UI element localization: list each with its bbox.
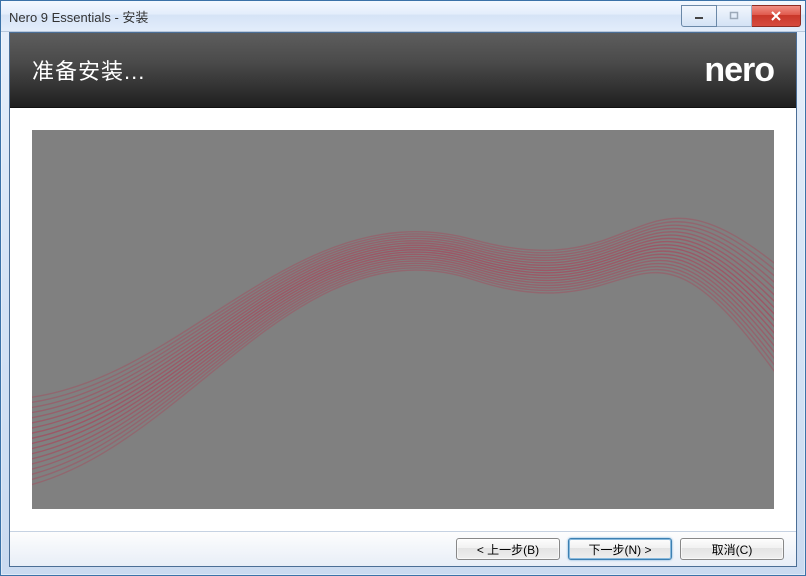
window-title: Nero 9 Essentials - 安装 — [9, 7, 681, 26]
next-button[interactable]: 下一步(N) > — [568, 538, 672, 560]
page-heading: 准备安装... — [32, 54, 145, 86]
content-body: .w{fill:none;stroke:#a64a5d;stroke-width… — [10, 108, 796, 531]
banner: 准备安装... nero — [10, 33, 796, 108]
maximize-button — [717, 5, 752, 27]
window-controls — [681, 5, 801, 27]
titlebar[interactable]: Nero 9 Essentials - 安装 — [1, 1, 805, 32]
minimize-button[interactable] — [681, 5, 717, 27]
cancel-button[interactable]: 取消(C) — [680, 538, 784, 560]
close-button[interactable] — [752, 5, 801, 27]
client-area: 准备安装... nero .w{fill:none;stroke:#a64a5d… — [9, 32, 797, 567]
wave-graphic: .w{fill:none;stroke:#a64a5d;stroke-width… — [32, 130, 774, 509]
back-button[interactable]: < 上一步(B) — [456, 538, 560, 560]
installer-window: Nero 9 Essentials - 安装 准备安装... nero .w{f… — [0, 0, 806, 576]
button-bar: < 上一步(B) 下一步(N) > 取消(C) — [10, 531, 796, 566]
nero-logo: nero — [704, 51, 774, 90]
